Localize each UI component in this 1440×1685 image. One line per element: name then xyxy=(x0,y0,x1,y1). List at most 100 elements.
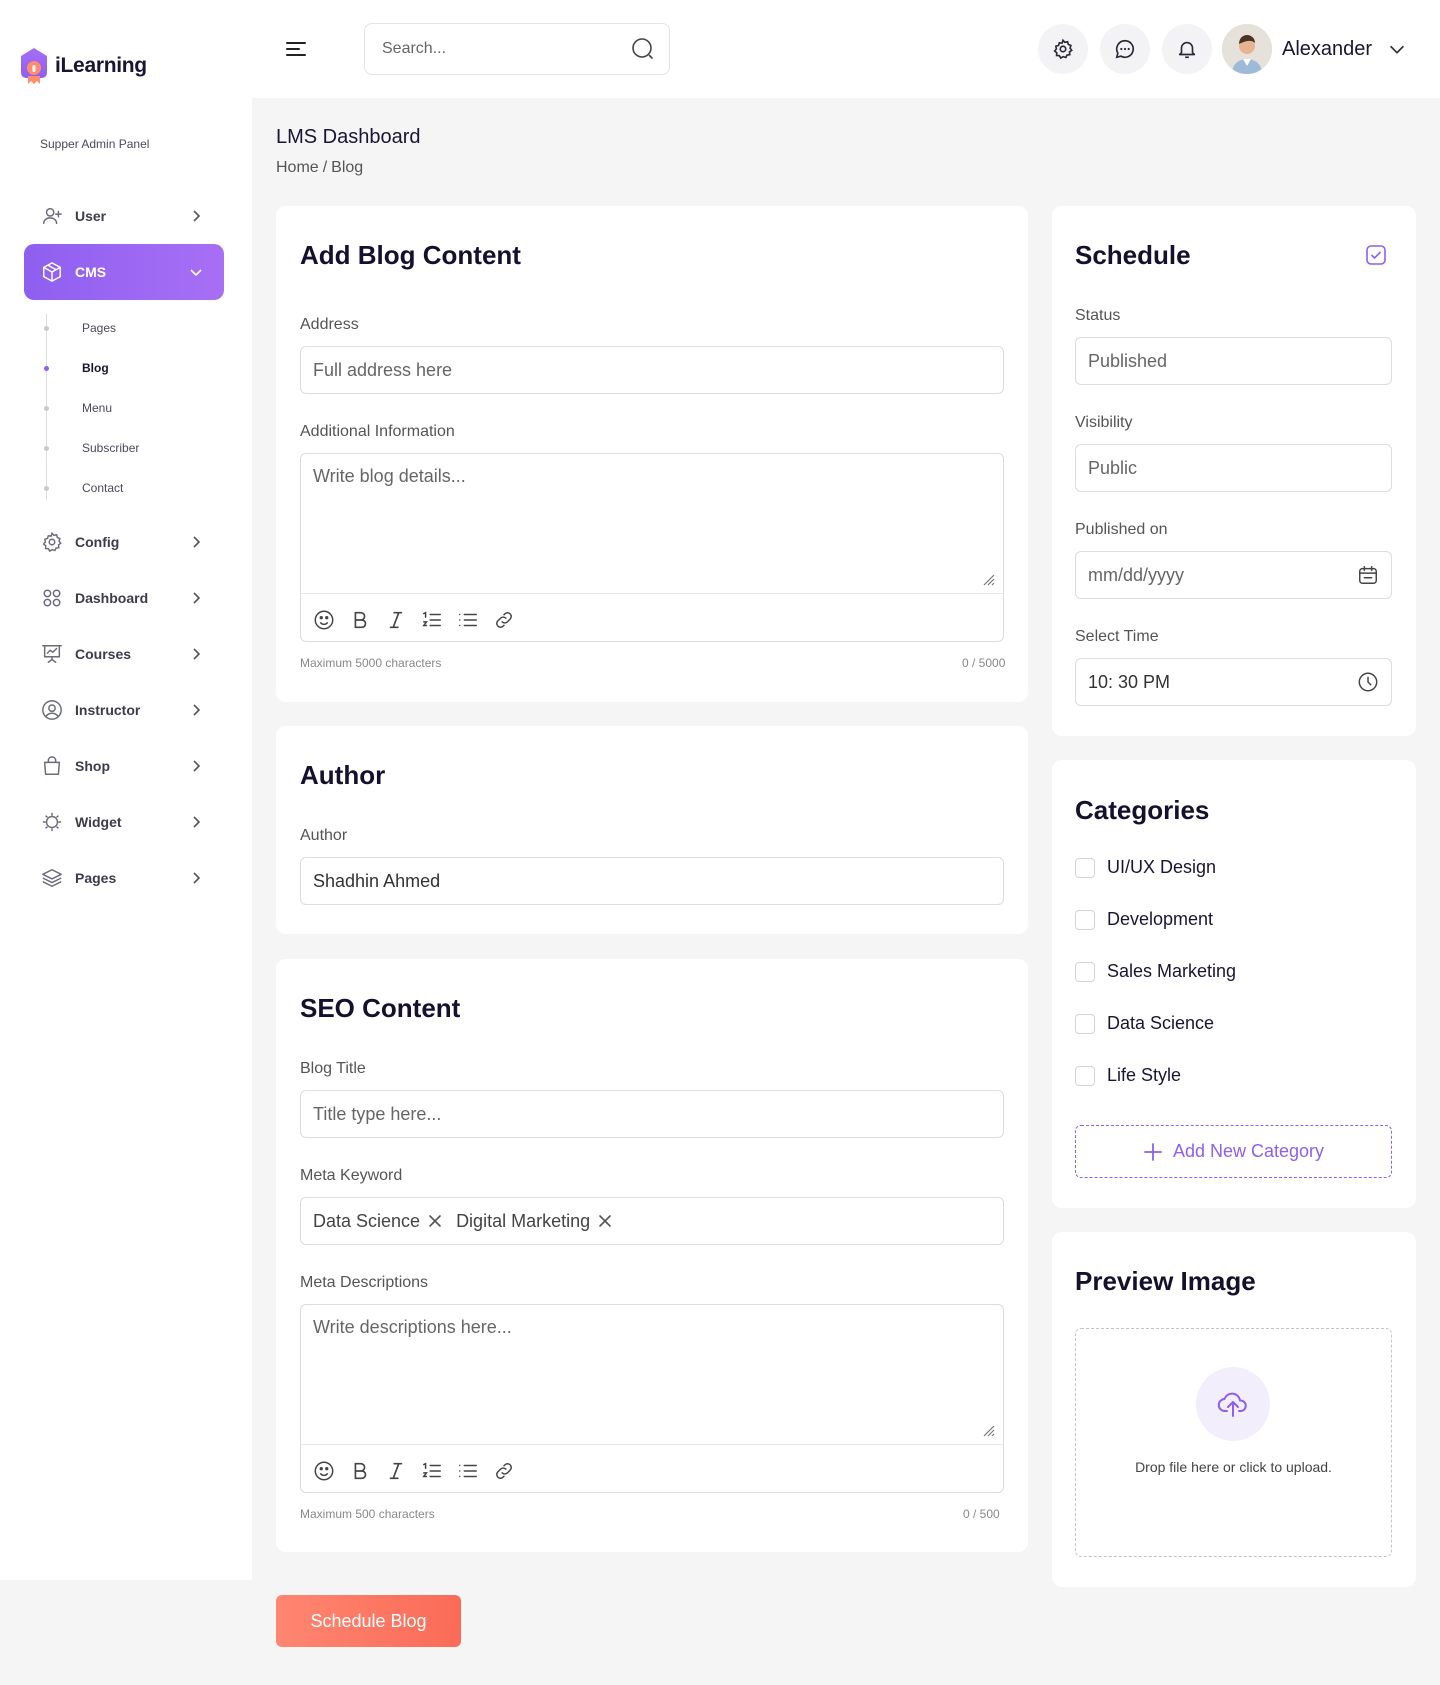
menu-icon[interactable] xyxy=(284,37,308,61)
chevron-right-icon xyxy=(188,646,204,662)
keyword-tag-label: Data Science xyxy=(313,1210,421,1231)
ordered-list-icon[interactable] xyxy=(421,1460,443,1482)
add-category-button[interactable]: Add New Category xyxy=(1075,1125,1392,1178)
sidebar-item-config[interactable]: Config xyxy=(24,514,224,570)
subnav-label: Subscriber xyxy=(82,441,140,455)
category-checkbox[interactable]: Data Science xyxy=(1075,1013,1214,1034)
breadcrumb: Home / Blog xyxy=(276,159,363,177)
author-input[interactable] xyxy=(313,870,991,892)
category-label: UI/UX Design xyxy=(1107,857,1217,877)
checkbox[interactable] xyxy=(1075,1013,1095,1034)
category-checkbox[interactable]: UI/UX Design xyxy=(1075,857,1216,878)
bold-icon[interactable] xyxy=(349,609,371,631)
checkbox[interactable] xyxy=(1075,857,1095,878)
category-checkbox[interactable]: Sales Marketing xyxy=(1075,961,1236,982)
search-input[interactable] xyxy=(382,40,631,58)
visibility-label: Visibility xyxy=(1075,414,1133,431)
address-input[interactable] xyxy=(313,359,991,381)
blog-title-label: Blog Title xyxy=(300,1060,366,1077)
meta-desc-textarea[interactable] xyxy=(301,1305,1003,1445)
clock-icon[interactable] xyxy=(1357,671,1379,693)
subnav-dot xyxy=(44,326,49,331)
date-input[interactable] xyxy=(1088,564,1357,586)
bold-icon[interactable] xyxy=(349,1460,371,1482)
sidebar-item-label: Shop xyxy=(75,758,110,774)
sidebar-nav: User CMS Pages Blog Menu Subscriber Cont… xyxy=(24,188,224,906)
chevron-right-icon xyxy=(188,208,204,224)
subnav-item-contact[interactable]: Contact xyxy=(24,468,224,508)
keyword-tag: Data Science xyxy=(313,1211,442,1232)
sidebar-item-cms[interactable]: CMS xyxy=(24,244,224,300)
categories-title: Categories xyxy=(1075,795,1210,825)
sidebar-item-pages[interactable]: Pages xyxy=(24,850,224,906)
link-icon[interactable] xyxy=(493,609,515,631)
link-icon[interactable] xyxy=(493,1460,515,1482)
emoji-icon[interactable] xyxy=(313,609,335,631)
sidebar-item-instructor[interactable]: Instructor xyxy=(24,682,224,738)
sidebar-item-label: Config xyxy=(75,534,120,550)
ordered-list-icon[interactable] xyxy=(421,609,443,631)
blog-title-input[interactable] xyxy=(313,1103,991,1125)
schedule-blog-button[interactable]: Schedule Blog xyxy=(276,1595,461,1647)
subnav-dot xyxy=(44,486,49,491)
add-category-label: Add New Category xyxy=(1172,1141,1325,1161)
settings-button[interactable] xyxy=(1038,24,1088,74)
logo-icon xyxy=(19,46,49,86)
checkbox-checked-icon[interactable] xyxy=(1365,244,1387,266)
resize-grip-icon[interactable] xyxy=(981,1423,995,1437)
notifications-button[interactable] xyxy=(1162,24,1212,74)
gear-icon xyxy=(1052,38,1074,60)
checkbox[interactable] xyxy=(1075,1065,1095,1086)
upload-icon-wrap xyxy=(1196,1367,1270,1441)
subnav-item-menu[interactable]: Menu xyxy=(24,388,224,428)
meta-keyword-field[interactable]: Data Science Digital Marketing xyxy=(300,1197,1004,1245)
italic-icon[interactable] xyxy=(385,1460,407,1482)
sidebar-item-courses[interactable]: Courses xyxy=(24,626,224,682)
chevron-right-icon xyxy=(188,758,204,774)
info-textarea[interactable] xyxy=(301,454,1003,594)
subnav-item-subscriber[interactable]: Subscriber xyxy=(24,428,224,468)
info-max-hint: Maximum 5000 characters xyxy=(300,656,442,670)
user-add-icon xyxy=(41,205,63,227)
visibility-input[interactable] xyxy=(1088,457,1379,479)
subnav-item-pages[interactable]: Pages xyxy=(24,308,224,348)
search-box xyxy=(364,23,670,75)
resize-grip-icon[interactable] xyxy=(981,572,995,586)
calendar-icon[interactable] xyxy=(1357,564,1379,586)
close-icon[interactable] xyxy=(598,1214,612,1228)
subnav-item-blog[interactable]: Blog xyxy=(24,348,224,388)
emoji-icon[interactable] xyxy=(313,1460,335,1482)
user-menu[interactable]: Alexander xyxy=(1222,24,1408,74)
chevron-right-icon xyxy=(188,814,204,830)
meta-desc-editor xyxy=(300,1304,1004,1493)
sidebar-item-widget[interactable]: Widget xyxy=(24,794,224,850)
bullet-list-icon[interactable] xyxy=(457,609,479,631)
checkbox[interactable] xyxy=(1075,909,1095,930)
checkbox[interactable] xyxy=(1075,961,1095,982)
sidebar-item-label: Instructor xyxy=(75,702,141,718)
status-input[interactable] xyxy=(1088,350,1379,372)
sidebar-item-user[interactable]: User xyxy=(24,188,224,244)
info-counter: 0 / 5000 xyxy=(962,656,1006,670)
sidebar-item-shop[interactable]: Shop xyxy=(24,738,224,794)
time-input[interactable] xyxy=(1088,671,1357,693)
messages-button[interactable] xyxy=(1100,24,1150,74)
category-checkbox[interactable]: Development xyxy=(1075,909,1213,930)
search-icon[interactable] xyxy=(631,37,655,61)
close-icon[interactable] xyxy=(428,1214,442,1228)
blog-title-field xyxy=(300,1090,1004,1138)
bullet-list-icon[interactable] xyxy=(457,1460,479,1482)
subnav-label: Blog xyxy=(82,361,109,375)
category-label: Development xyxy=(1107,909,1214,929)
italic-icon[interactable] xyxy=(385,609,407,631)
sidebar-item-label: CMS xyxy=(75,264,107,280)
sidebar-item-label: Courses xyxy=(75,646,132,662)
upload-dropzone[interactable]: Drop file here or click to upload. xyxy=(1075,1328,1392,1557)
category-checkbox[interactable]: Life Style xyxy=(1075,1065,1181,1086)
author-title: Author xyxy=(300,760,386,790)
sidebar-item-dashboard[interactable]: Dashboard xyxy=(24,570,224,626)
breadcrumb-home[interactable]: Home xyxy=(276,159,319,177)
presentation-icon xyxy=(41,643,63,665)
time-field xyxy=(1075,658,1392,706)
app-logo[interactable]: iLearning xyxy=(19,46,147,86)
